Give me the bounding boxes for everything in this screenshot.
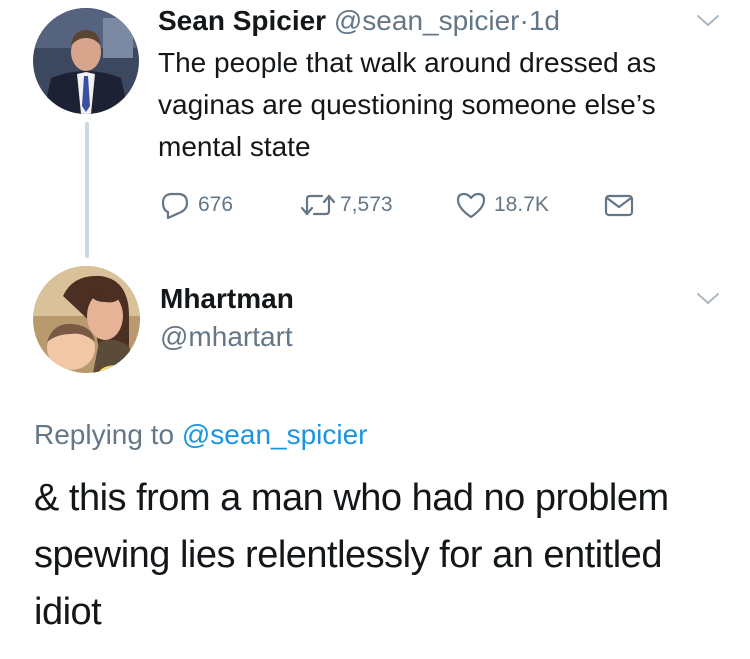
chevron-down-icon[interactable] bbox=[695, 12, 721, 30]
like-count: 18.7K bbox=[494, 193, 549, 216]
author-handle[interactable]: @sean_spicier bbox=[334, 5, 520, 36]
replying-to-mention[interactable]: @sean_spicier bbox=[182, 419, 368, 450]
reply-count: 676 bbox=[198, 193, 234, 216]
separator-dot: · bbox=[519, 5, 529, 36]
dm-icon bbox=[604, 194, 634, 217]
author-name[interactable]: Sean Spicier bbox=[158, 5, 326, 36]
replying-to-line: Replying to @sean_spicier bbox=[34, 418, 368, 452]
avatar-sean-spicier[interactable] bbox=[33, 8, 139, 114]
reply-author-handle[interactable]: @mhartart bbox=[160, 320, 293, 354]
tweet-text: The people that walk around dressed as v… bbox=[158, 47, 657, 162]
reply-button[interactable]: 676 bbox=[158, 188, 233, 222]
reply-icon bbox=[161, 192, 189, 220]
tweet-time[interactable]: 1d bbox=[529, 5, 560, 36]
thread-connector-line bbox=[85, 122, 89, 258]
like-button[interactable]: 18.7K bbox=[454, 188, 549, 222]
reply-text: & this from a man who had no problem spe… bbox=[34, 477, 669, 633]
tweet-header: Sean Spicier @sean_spicier·1d bbox=[158, 4, 560, 38]
like-icon bbox=[456, 192, 486, 219]
chevron-down-icon[interactable] bbox=[695, 290, 721, 308]
retweet-count: 7,573 bbox=[340, 193, 393, 216]
retweet-button[interactable]: 7,573 bbox=[298, 188, 393, 222]
avatar-image bbox=[33, 266, 140, 373]
avatar-image bbox=[33, 8, 139, 114]
direct-message-button[interactable] bbox=[602, 188, 636, 222]
replying-to-label: Replying to bbox=[34, 419, 175, 450]
avatar-mhartman[interactable] bbox=[33, 266, 140, 373]
reply-author-name[interactable]: Mhartman bbox=[160, 282, 294, 316]
retweet-icon bbox=[300, 194, 336, 216]
